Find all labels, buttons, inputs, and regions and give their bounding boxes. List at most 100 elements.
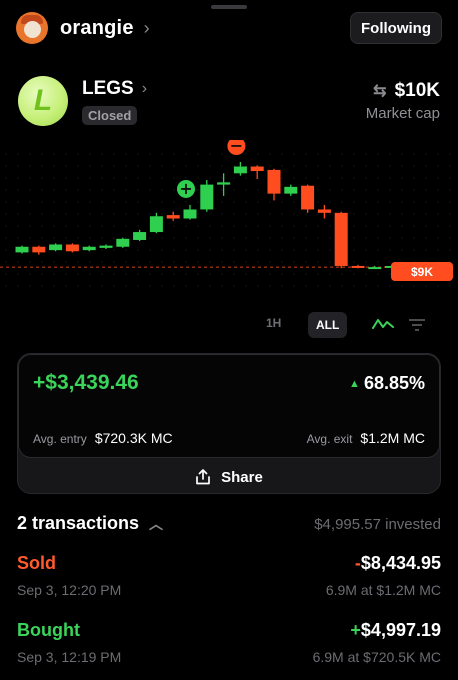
transaction-date: Sep 3, 12:20 PM: [17, 582, 122, 598]
grid-dot: [29, 285, 31, 287]
line-chart-icon[interactable]: [372, 315, 394, 333]
grid-dot: [353, 189, 355, 191]
grid-dot: [17, 177, 19, 179]
grid-dot: [197, 225, 199, 227]
grid-dot: [425, 213, 427, 215]
grid-dot: [437, 201, 439, 203]
grid-dot: [425, 165, 427, 167]
grid-dot: [17, 285, 19, 287]
grid-dot: [221, 249, 223, 251]
grid-dot: [377, 189, 379, 191]
grid-dot: [125, 189, 127, 191]
transaction-row[interactable]: Bought Sep 3, 12:19 PM +$4,997.19 6.9M a…: [17, 620, 441, 668]
candle-body: [183, 209, 197, 219]
grid-dot: [17, 165, 19, 167]
market-cap-toggle[interactable]: ⇆ $10K: [373, 80, 440, 102]
chevron-right-icon[interactable]: ›: [144, 18, 150, 39]
grid-dot: [281, 225, 283, 227]
grid-dot: [233, 189, 235, 191]
price-chart[interactable]: +−: [0, 140, 458, 290]
grid-dot: [449, 225, 451, 227]
grid-dot: [293, 261, 295, 263]
grid-dot: [281, 213, 283, 215]
filter-icon[interactable]: [408, 317, 426, 333]
user-avatar[interactable]: [16, 12, 48, 44]
grid-dot: [137, 285, 139, 287]
grid-dot: [5, 177, 7, 179]
grid-dot: [197, 189, 199, 191]
sell-marker-icon-glyph: −: [230, 140, 243, 155]
grid-dot: [5, 249, 7, 251]
following-button[interactable]: Following: [350, 12, 442, 44]
pnl-card: +$3,439.46 ▲ 68.85% Avg. entry $720.3K MC…: [17, 353, 441, 494]
grid-dot: [101, 249, 103, 251]
grid-dot: [437, 165, 439, 167]
grid-dot: [341, 165, 343, 167]
grid-dot: [89, 165, 91, 167]
grid-dot: [17, 261, 19, 263]
token-logo[interactable]: L: [18, 76, 68, 126]
grid-dot: [293, 153, 295, 155]
grid-dot: [113, 201, 115, 203]
grid-dot: [233, 201, 235, 203]
grid-dot: [449, 177, 451, 179]
grid-dot: [209, 177, 211, 179]
grid-dot: [317, 165, 319, 167]
grid-dot: [149, 285, 151, 287]
sheet-grabber[interactable]: [211, 5, 247, 9]
grid-dot: [341, 153, 343, 155]
grid-dot: [65, 189, 67, 191]
grid-dot: [413, 285, 415, 287]
grid-dot: [125, 201, 127, 203]
grid-dot: [65, 237, 67, 239]
grid-dot: [413, 153, 415, 155]
grid-dot: [437, 225, 439, 227]
grid-dot: [149, 249, 151, 251]
grid-dot: [113, 213, 115, 215]
grid-dot: [401, 177, 403, 179]
grid-dot: [317, 213, 319, 215]
username[interactable]: orangie: [60, 17, 134, 40]
grid-dot: [221, 285, 223, 287]
grid-dot: [353, 213, 355, 215]
candle-body: [368, 267, 382, 270]
grid-dot: [173, 201, 175, 203]
grid-dot: [173, 165, 175, 167]
grid-dot: [245, 261, 247, 263]
grid-dot: [125, 249, 127, 251]
grid-dot: [29, 261, 31, 263]
grid-dot: [197, 213, 199, 215]
grid-dot: [197, 237, 199, 239]
grid-dot: [293, 201, 295, 203]
grid-dot: [149, 189, 151, 191]
candle-body: [133, 232, 147, 240]
candle-body: [166, 215, 180, 219]
grid-dot: [281, 285, 283, 287]
grid-dot: [89, 285, 91, 287]
buy-marker-icon-glyph: +: [179, 179, 192, 198]
candle-body: [351, 265, 365, 268]
range-all-button[interactable]: ALL: [308, 312, 348, 338]
grid-dot: [41, 177, 43, 179]
grid-dot: [317, 273, 319, 275]
grid-dot: [209, 273, 211, 275]
transaction-row[interactable]: Sold Sep 3, 12:20 PM -$8,434.95 6.9M at …: [17, 553, 441, 601]
transactions-header[interactable]: 2 transactions ︿ $4,995.57 invested: [17, 513, 441, 535]
grid-dot: [53, 189, 55, 191]
grid-dot: [401, 249, 403, 251]
grid-dot: [89, 225, 91, 227]
grid-dot: [173, 249, 175, 251]
grid-dot: [389, 201, 391, 203]
share-button[interactable]: Share: [18, 460, 440, 493]
range-1h-button[interactable]: 1H: [266, 316, 281, 330]
grid-dot: [197, 273, 199, 275]
grid-dot: [137, 249, 139, 251]
grid-dot: [161, 201, 163, 203]
grid-dot: [365, 237, 367, 239]
grid-dot: [101, 177, 103, 179]
token-name-link[interactable]: LEGS ›: [82, 78, 147, 100]
grid-dot: [317, 153, 319, 155]
grid-dot: [5, 201, 7, 203]
grid-dot: [293, 177, 295, 179]
grid-dot: [317, 285, 319, 287]
